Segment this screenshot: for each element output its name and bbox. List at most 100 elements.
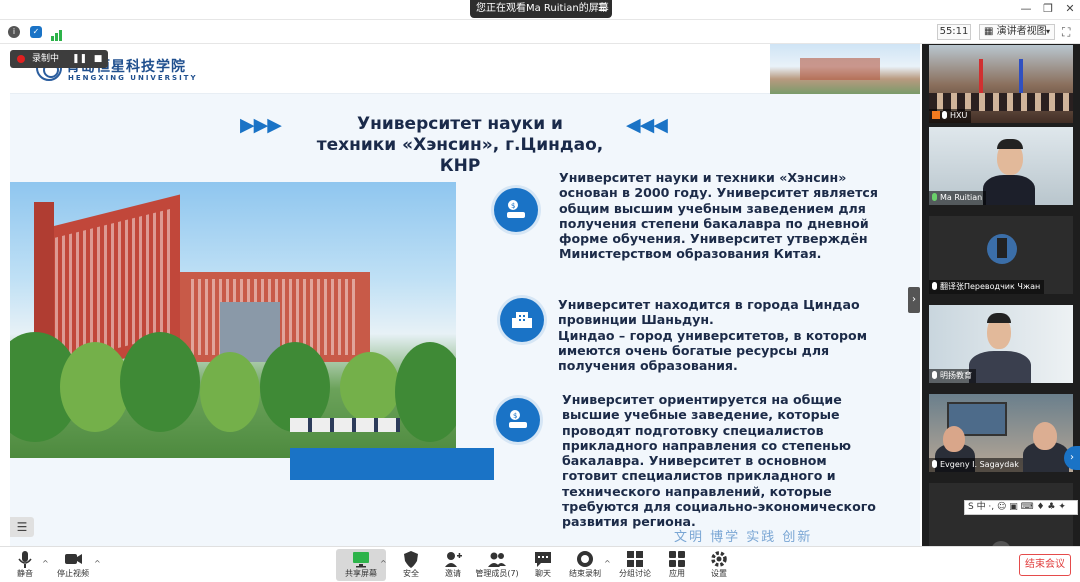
settings-label: 设置	[711, 569, 727, 578]
users-icon	[488, 552, 506, 567]
shared-slide: 青岛恒星科技学院 HENGXING UNIVERSITY ▶▶▶ ◀◀◀ Уни…	[10, 44, 920, 546]
paragraph-line: Университет науки и техники «Хэнсин»	[559, 170, 847, 185]
signal-icon[interactable]	[50, 26, 64, 41]
slide-title: Университет науки и техники «Хэнсин», г.…	[300, 114, 620, 177]
title-arrows-right: ◀◀◀	[626, 114, 668, 136]
recording-indicator: 录制中 ❚❚ ■	[10, 50, 108, 68]
pause-recording-icon[interactable]: ❚❚	[72, 53, 87, 65]
close-button[interactable]: ✕	[1062, 2, 1078, 15]
paragraph-line: провинции Шаньдун.	[558, 312, 714, 328]
invite-label: 邀请	[445, 569, 461, 578]
manage-members-label: 管理成员(7)	[475, 569, 519, 578]
paragraph-line: готовит специалистов прикладного и	[562, 468, 836, 484]
meeting-toolbar: 静音 ^ 停止视频 ^ 共享屏幕 ^ 安全 邀请 管理成员(7) 聊天 结束录制…	[0, 546, 1080, 582]
end-recording-button[interactable]: 结束录制	[560, 549, 610, 581]
campus-building-photo	[10, 182, 456, 458]
mic-icon	[942, 111, 947, 119]
view-mode-label: 演讲者视图	[996, 26, 1047, 37]
recording-dot-icon	[17, 55, 25, 63]
paragraph-line: Министерством образования Китая.	[559, 246, 822, 262]
participant-name: 翻译张Переводчик Чжан	[929, 280, 1045, 294]
collapse-gallery-button[interactable]: ›	[908, 287, 920, 313]
photo-accent-bar	[290, 448, 494, 480]
gear-icon	[711, 551, 727, 567]
end-recording-label: 结束录制	[569, 569, 601, 578]
camera-icon	[65, 554, 82, 564]
meeting-info-bar: i ✓ 55:11 ▦ 演讲者视图 ▾ ⛶	[0, 20, 1080, 44]
view-mode-dropdown[interactable]: ▦ 演讲者视图 ▾	[979, 24, 1055, 40]
money-hand-icon: $	[496, 398, 540, 442]
share-screen-icon	[353, 552, 369, 568]
paragraph-line: Университет ориентируется на общие	[562, 392, 842, 407]
info-icon[interactable]: i	[8, 26, 20, 38]
fullscreen-icon[interactable]: ⛶	[1062, 25, 1070, 40]
share-screen-label: 共享屏幕	[345, 569, 377, 578]
paragraph-location: Университет находится в города Циндао пр…	[558, 297, 867, 373]
microphone-icon	[18, 551, 32, 568]
paragraph-line: получения образования.	[558, 358, 738, 374]
sharing-banner-text: 您正在观看Ma Ruitian的屏幕	[476, 3, 609, 14]
mute-label: 静音	[17, 569, 33, 578]
add-user-icon	[445, 552, 462, 567]
money-hand-icon: $	[494, 188, 538, 232]
screen-sharing-banner[interactable]: 您正在观看Ma Ruitian的屏幕 ☰	[470, 0, 612, 18]
end-meeting-button[interactable]: 结束会议	[1019, 554, 1071, 576]
paragraph-line: бакалавра. Университет в основном	[562, 453, 827, 469]
paragraph-line: Циндао – город университетов, в котором	[558, 327, 867, 343]
paragraph-line: технического направлений, которые	[562, 483, 832, 499]
participant-tile[interactable]: HXU	[928, 44, 1074, 124]
paragraph-orientation: Университет ориентируется на общие высши…	[562, 392, 876, 530]
chat-icon	[535, 552, 551, 567]
maximize-button[interactable]: ❐	[1040, 2, 1056, 15]
paragraph-line: основан в 2000 году. Университет являетс…	[559, 185, 878, 201]
chevron-up-icon[interactable]: ^	[94, 559, 101, 568]
svg-text:$: $	[513, 412, 517, 420]
participant-name: Evgeny I. Sagaydak	[929, 458, 1023, 472]
shield-icon[interactable]: ✓	[30, 26, 42, 38]
paragraph-line: требуются для социально-экономического	[562, 499, 876, 515]
mic-icon	[932, 460, 937, 468]
paragraph-founding: Университет науки и техники «Хэнсин» осн…	[559, 170, 878, 262]
participant-tile[interactable]: 翻译张Переводчик Чжан	[928, 215, 1074, 295]
settings-button[interactable]: 设置	[694, 549, 744, 581]
paragraph-line: проводят подготовку специалистов	[562, 422, 824, 438]
chevron-down-icon: ▾	[1045, 27, 1050, 36]
host-icon	[932, 111, 940, 119]
participant-tile[interactable]: 明扬教育	[928, 304, 1074, 384]
mic-icon	[932, 371, 937, 379]
window-titlebar: 您正在观看Ma Ruitian的屏幕 ☰ — ❐ ✕	[0, 0, 1080, 20]
slide-title-line: Университет науки и	[357, 114, 563, 134]
participant-name: HXU	[929, 109, 972, 123]
recording-label: 录制中	[32, 54, 60, 64]
menu-icon[interactable]: ☰	[598, 0, 607, 18]
shield-icon	[404, 551, 418, 568]
svg-text:$: $	[511, 202, 515, 210]
stop-video-button[interactable]: 停止视频	[48, 549, 98, 581]
stop-recording-icon[interactable]: ■	[92, 53, 104, 65]
minimize-button[interactable]: —	[1018, 2, 1034, 15]
meeting-timer: 55:11	[937, 24, 971, 40]
input-method-toolbar[interactable]: S 中 ·, ☺ ▣ ⌨ ♦ ♣ ✦	[964, 500, 1078, 515]
record-icon	[577, 551, 593, 567]
logo-english-name: HENGXING UNIVERSITY	[68, 74, 198, 82]
participant-name: Ma Ruitian	[929, 191, 987, 205]
breakout-rooms-icon	[627, 551, 643, 567]
share-screen-button[interactable]: 共享屏幕	[336, 549, 386, 581]
mic-icon	[932, 282, 937, 290]
participant-tile[interactable]: Evgeny I. Sagaydak	[928, 393, 1074, 473]
participant-tile[interactable]: Ma Ruitian	[928, 126, 1074, 206]
title-arrows-left: ▶▶▶	[240, 114, 282, 136]
invite-button[interactable]: 邀请	[428, 549, 478, 581]
university-motto: 文明 博学 实践 创新	[674, 530, 813, 545]
paragraph-line: получения степени бакалавра по дневной	[559, 215, 869, 231]
paragraph-line: высшие учебные заведение, которые	[562, 407, 840, 423]
manage-members-button[interactable]: 管理成员(7)	[472, 549, 522, 581]
list-icon[interactable]: ☰	[10, 517, 34, 537]
participant-name: 明扬教育	[929, 369, 976, 383]
apps-icon	[669, 551, 685, 567]
paragraph-line: общим высшим учебным заведением для	[559, 200, 866, 216]
paragraph-line: прикладного направления со степенью	[562, 437, 852, 453]
slide-title-line: техники «Хэнсин», г.Циндао,	[316, 135, 604, 155]
grid-icon: ▦	[984, 26, 994, 37]
paragraph-line: имеются очень богатые ресурсы для	[558, 342, 830, 358]
